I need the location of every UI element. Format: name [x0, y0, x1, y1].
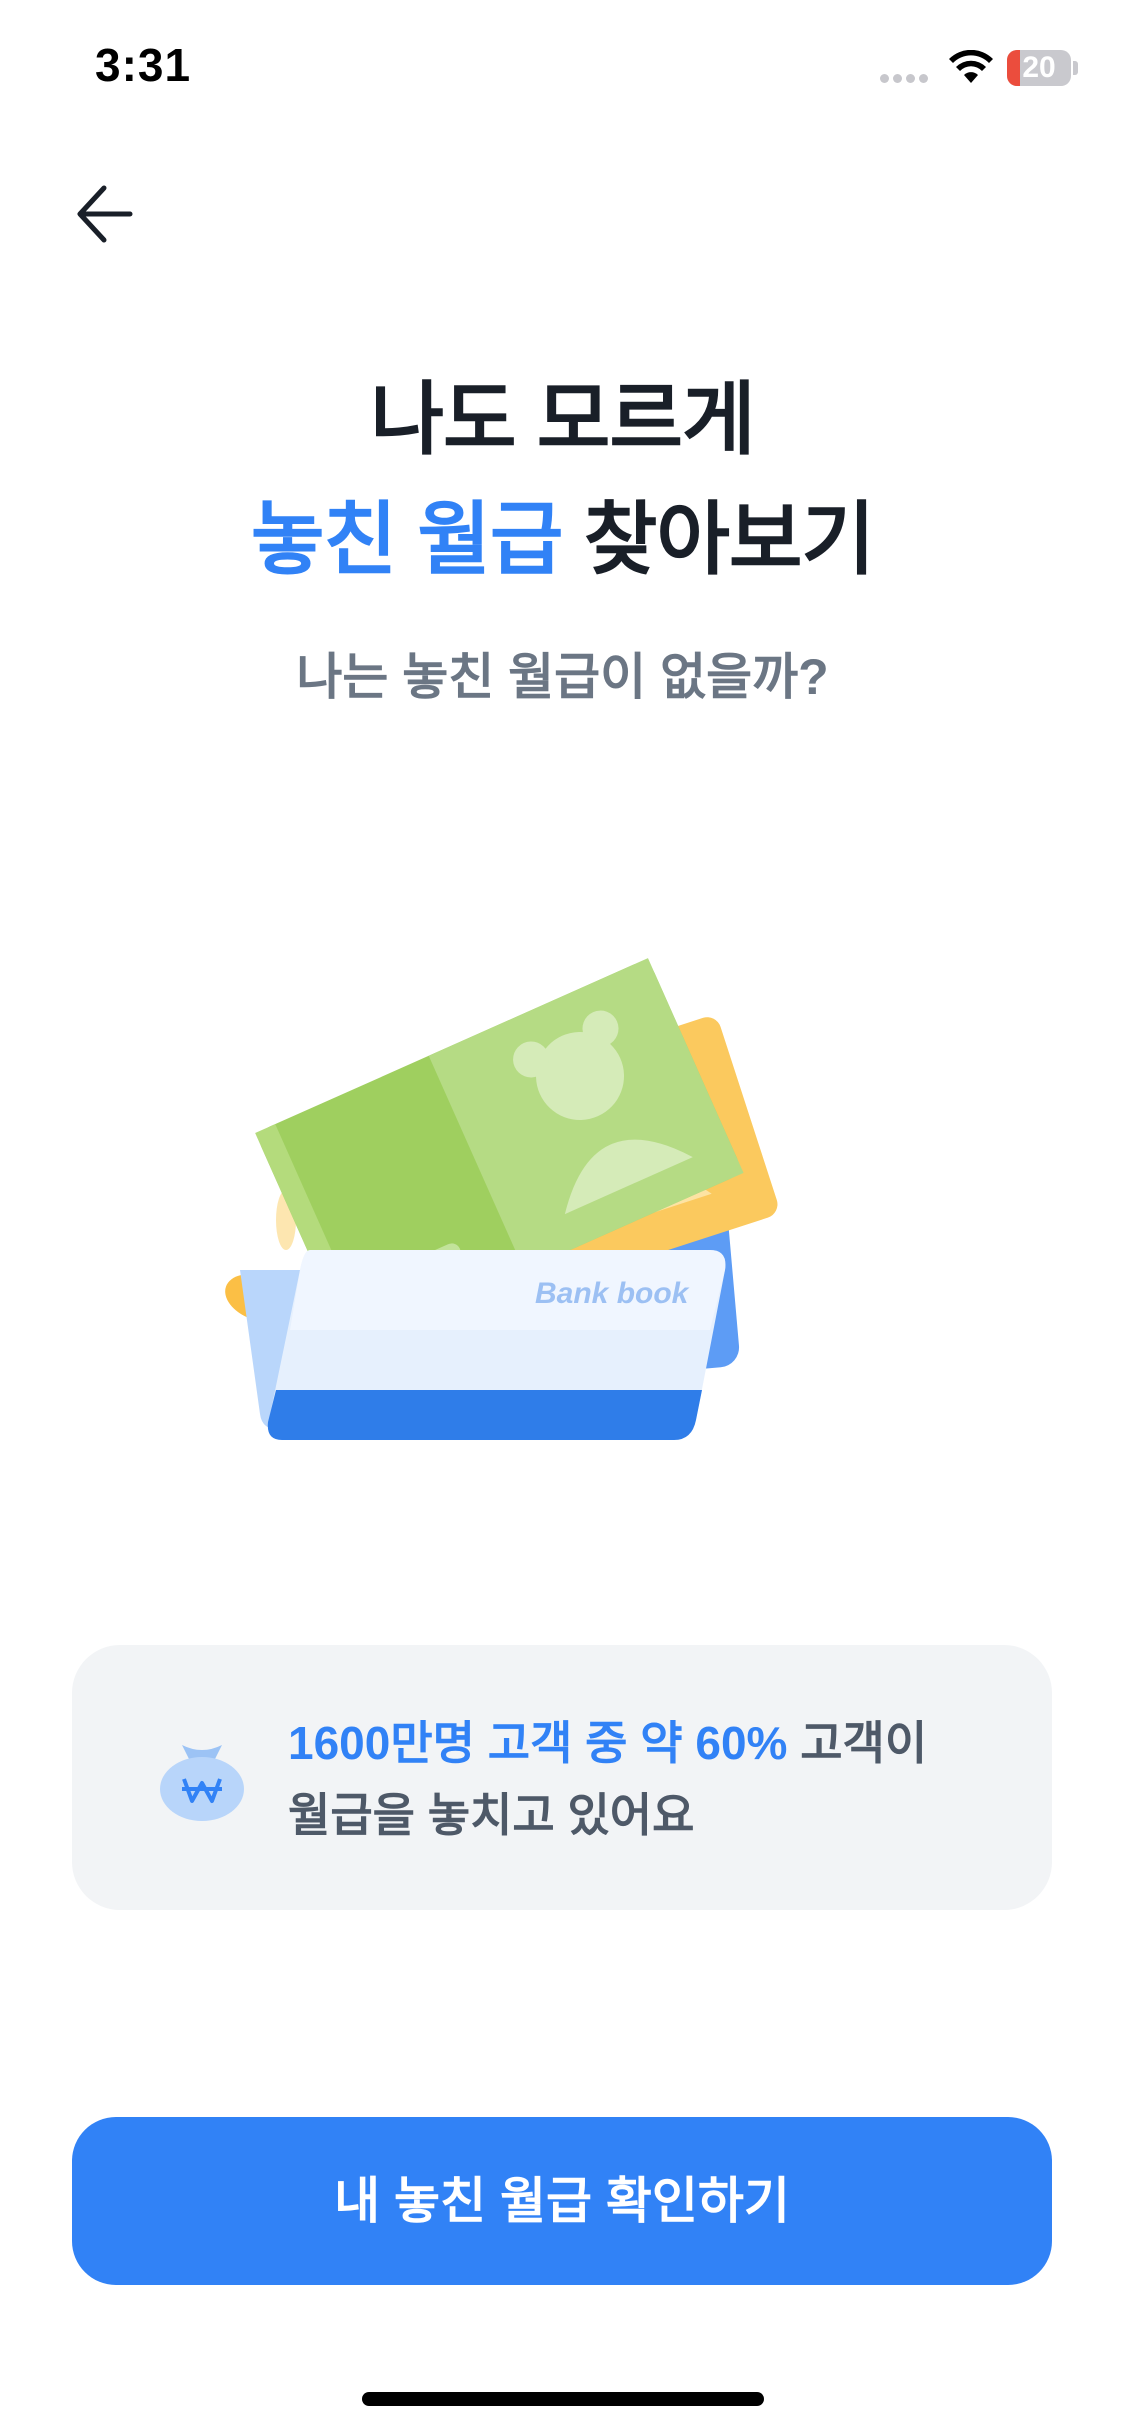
- title-highlight: 놓친 월급: [250, 495, 564, 584]
- money-bag-won-icon: [160, 1745, 244, 1821]
- back-button[interactable]: [60, 170, 160, 270]
- home-indicator: [362, 2392, 764, 2406]
- status-bar: 3:31 20: [0, 0, 1125, 135]
- title-rest: 찾아보기: [562, 495, 875, 584]
- signal-dots-icon: [880, 74, 932, 84]
- page-title-line-2: 놓친 월급 찾아보기: [0, 475, 1125, 591]
- info-text-line-2: 월급을 놓치고 있어요: [288, 1789, 695, 1841]
- bankbook-label: Bank book: [535, 1277, 690, 1310]
- info-highlight: 1600만명 고객 중 약 60%: [288, 1717, 788, 1769]
- info-text-rest: 고객이: [787, 1717, 928, 1769]
- page-subtitle: 나는 놓친 월급이 없을까?: [296, 649, 829, 705]
- battery-level: 20: [1022, 51, 1056, 84]
- status-time: 3:31: [95, 39, 192, 91]
- bankbook-illustration: Bank book: [225, 958, 778, 1440]
- info-card: 1600만명 고객 중 약 60% 고객이 월급을 놓치고 있어요: [72, 1645, 1052, 1910]
- info-text: 1600만명 고객 중 약 60% 고객이 월급을 놓치고 있어요: [288, 1707, 927, 1851]
- check-missed-salary-button[interactable]: 내 놓친 월급 확인하기: [72, 2117, 1052, 2285]
- battery-icon: 20: [1007, 50, 1071, 86]
- arrow-left-icon: [77, 185, 133, 243]
- wifi-icon: [949, 50, 993, 83]
- page-title-line-1: 나도 모르게: [370, 375, 755, 464]
- battery-nub: [1073, 61, 1078, 75]
